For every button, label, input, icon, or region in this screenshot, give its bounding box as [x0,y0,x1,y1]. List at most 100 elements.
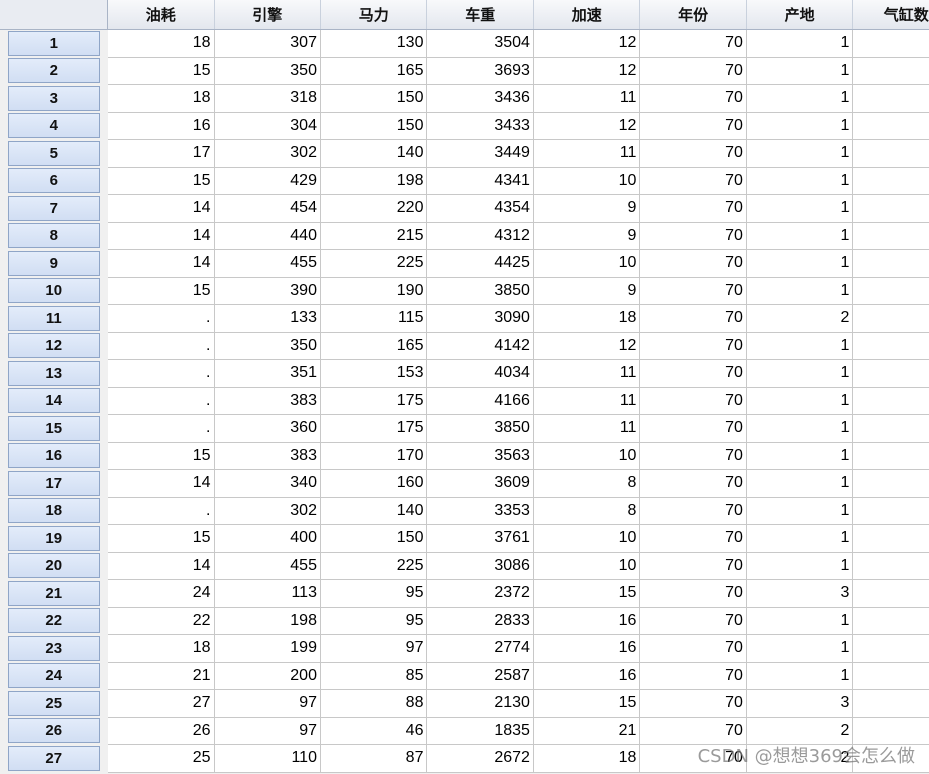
column-header[interactable]: 加速 [533,0,641,30]
table-cell[interactable]: 70 [639,194,747,223]
row-header[interactable]: 27 [0,744,108,773]
table-cell[interactable]: 15 [533,689,641,718]
row-header[interactable]: 21 [0,579,108,608]
table-cell[interactable]: 8 [852,359,929,388]
table-cell[interactable]: 70 [639,57,747,85]
table-cell[interactable]: 3504 [426,29,534,58]
table-cell[interactable]: 1 [746,249,854,278]
table-cell[interactable]: 304 [214,112,321,140]
table-cell[interactable]: 1 [746,359,854,388]
table-cell[interactable]: 18 [533,744,641,773]
table-cell[interactable]: 10 [533,524,641,553]
row-header[interactable]: 17 [0,469,108,498]
table-cell[interactable]: 1 [746,414,854,443]
row-header[interactable]: 7 [0,194,108,223]
table-cell[interactable]: 440 [214,222,321,250]
row-header[interactable]: 4 [0,112,108,140]
table-cell[interactable]: 27 [107,689,215,718]
table-cell[interactable]: 150 [320,84,428,113]
table-cell[interactable]: 1 [746,222,854,250]
table-cell[interactable]: 14 [107,469,215,498]
table-cell[interactable]: 1 [746,634,854,663]
table-cell[interactable]: 3090 [426,304,534,333]
table-cell[interactable]: 1 [746,277,854,305]
table-cell[interactable]: 2672 [426,744,534,773]
table-cell[interactable]: 15 [107,442,215,470]
row-header[interactable]: 2 [0,57,108,85]
table-cell[interactable]: 12 [533,112,641,140]
table-cell[interactable]: 70 [639,304,747,333]
table-cell[interactable]: 18 [107,29,215,58]
table-cell[interactable]: 360 [214,414,321,443]
table-cell[interactable]: 87 [320,744,428,773]
row-header[interactable]: 14 [0,387,108,415]
table-cell[interactable]: 8 [852,442,929,470]
row-header[interactable]: 23 [0,634,108,663]
table-cell[interactable]: 3693 [426,57,534,85]
table-cell[interactable]: 4354 [426,194,534,223]
table-cell[interactable]: 4425 [426,249,534,278]
table-cell[interactable]: 2587 [426,662,534,690]
table-cell[interactable]: 302 [214,139,321,168]
table-cell[interactable]: 8 [852,387,929,415]
table-cell[interactable]: 4 [852,689,929,718]
table-cell[interactable]: 8 [852,249,929,278]
row-header[interactable]: 10 [0,277,108,305]
table-cell[interactable]: 25 [107,744,215,773]
table-cell[interactable]: 16 [533,607,641,635]
table-cell[interactable]: 8 [533,497,641,525]
table-cell[interactable]: 12 [533,332,641,360]
table-cell[interactable]: 8 [852,84,929,113]
table-cell[interactable]: 225 [320,552,428,580]
table-cell[interactable]: 3353 [426,497,534,525]
table-cell[interactable]: 9 [533,222,641,250]
table-cell[interactable]: 70 [639,662,747,690]
table-cell[interactable]: 6 [852,662,929,690]
table-cell[interactable]: 200 [214,662,321,690]
table-cell[interactable]: 8 [852,332,929,360]
row-header[interactable]: 8 [0,222,108,250]
table-cell[interactable]: 10 [533,249,641,278]
table-cell[interactable]: 46 [320,717,428,745]
row-header[interactable]: 1 [0,29,108,58]
table-cell[interactable]: 3436 [426,84,534,113]
table-cell[interactable]: 199 [214,634,321,663]
table-cell[interactable]: 18 [107,634,215,663]
table-cell[interactable]: 70 [639,222,747,250]
table-cell[interactable]: . [107,387,215,415]
table-cell[interactable]: 3609 [426,469,534,498]
table-cell[interactable]: . [107,332,215,360]
table-cell[interactable]: 11 [533,414,641,443]
table-cell[interactable]: 150 [320,112,428,140]
table-cell[interactable]: 1 [746,607,854,635]
row-header[interactable]: 6 [0,167,108,195]
table-cell[interactable]: 351 [214,359,321,388]
table-cell[interactable]: 8 [852,524,929,553]
table-cell[interactable]: 190 [320,277,428,305]
table-cell[interactable]: 130 [320,29,428,58]
table-cell[interactable]: 70 [639,607,747,635]
table-cell[interactable]: 4 [852,744,929,773]
table-cell[interactable]: 4312 [426,222,534,250]
column-header[interactable]: 油耗 [107,0,215,30]
table-cell[interactable]: 15 [107,57,215,85]
row-header[interactable]: 16 [0,442,108,470]
column-header[interactable]: 产地 [746,0,854,30]
table-cell[interactable]: 2833 [426,607,534,635]
table-cell[interactable]: 11 [533,359,641,388]
table-cell[interactable]: 113 [214,579,321,608]
table-cell[interactable]: 8 [852,414,929,443]
row-header[interactable]: 13 [0,359,108,388]
table-cell[interactable]: 3449 [426,139,534,168]
table-cell[interactable]: 225 [320,249,428,278]
table-cell[interactable]: 455 [214,552,321,580]
table-cell[interactable]: 15 [107,524,215,553]
table-cell[interactable]: 1 [746,332,854,360]
table-cell[interactable]: 198 [214,607,321,635]
table-cell[interactable]: 8 [852,167,929,195]
table-cell[interactable]: 215 [320,222,428,250]
table-cell[interactable]: 6 [852,607,929,635]
table-cell[interactable]: 10 [533,442,641,470]
table-cell[interactable]: 1 [746,139,854,168]
table-cell[interactable]: 133 [214,304,321,333]
